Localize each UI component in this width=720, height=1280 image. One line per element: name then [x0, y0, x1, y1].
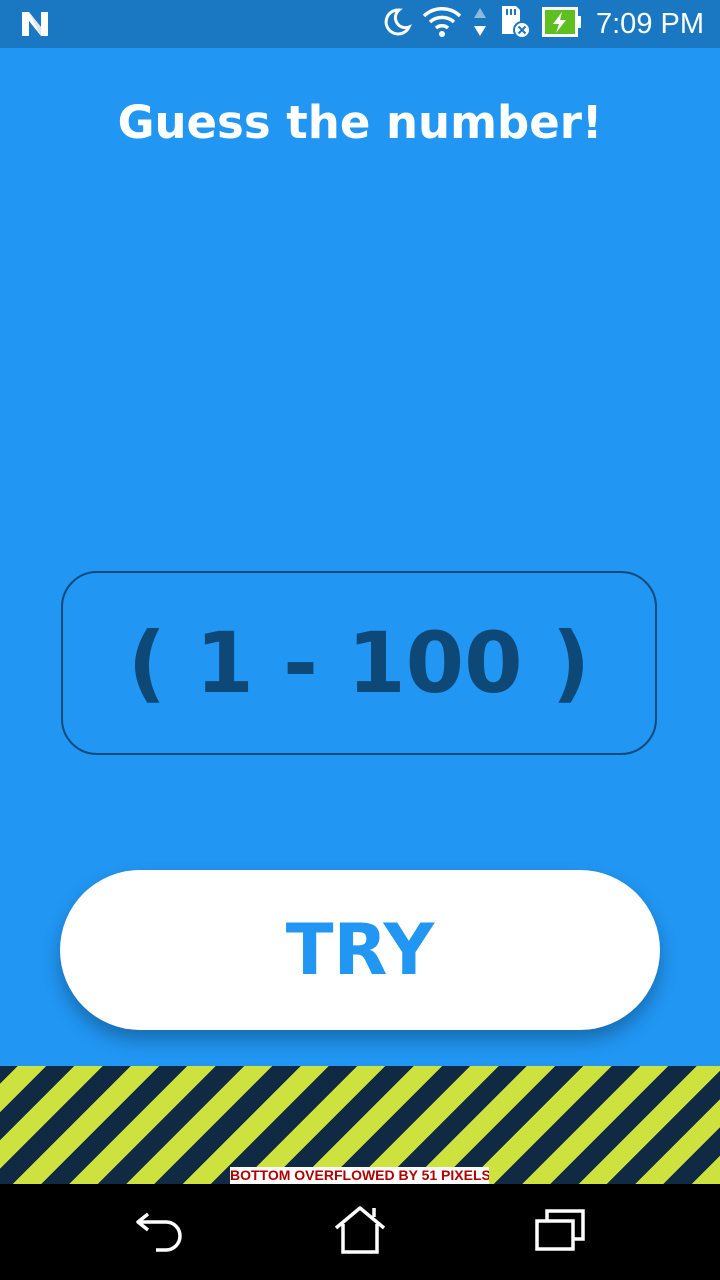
- status-bar: 7:09 PM: [0, 0, 720, 48]
- try-button-label: TRY: [285, 909, 435, 991]
- back-button[interactable]: [130, 1204, 190, 1260]
- home-icon: [332, 1204, 388, 1260]
- status-icons: 7:09 PM: [382, 0, 704, 48]
- n-logo-icon: [20, 10, 50, 42]
- overflow-warning-label: BOTTOM OVERFLOWED BY 51 PIXELS: [230, 1167, 489, 1184]
- back-icon: [134, 1206, 186, 1258]
- app-screen: 7:09 PM Guess the number! ( 1 - 100 ) TR…: [0, 0, 720, 1280]
- moon-icon: [382, 7, 412, 41]
- home-button[interactable]: [330, 1204, 390, 1260]
- recents-button[interactable]: [530, 1204, 590, 1260]
- number-input-placeholder: ( 1 - 100 ): [127, 614, 591, 712]
- try-button[interactable]: TRY: [60, 870, 660, 1030]
- data-arrows-icon: [472, 6, 488, 42]
- number-input[interactable]: ( 1 - 100 ): [61, 571, 657, 755]
- page-title: Guess the number!: [117, 96, 603, 149]
- wifi-icon: [422, 6, 462, 42]
- status-time: 7:09 PM: [596, 7, 704, 40]
- recents-icon: [533, 1207, 587, 1257]
- battery-charging-icon: [542, 7, 582, 41]
- navigation-bar: [0, 1184, 720, 1280]
- sd-card-icon: [498, 4, 532, 44]
